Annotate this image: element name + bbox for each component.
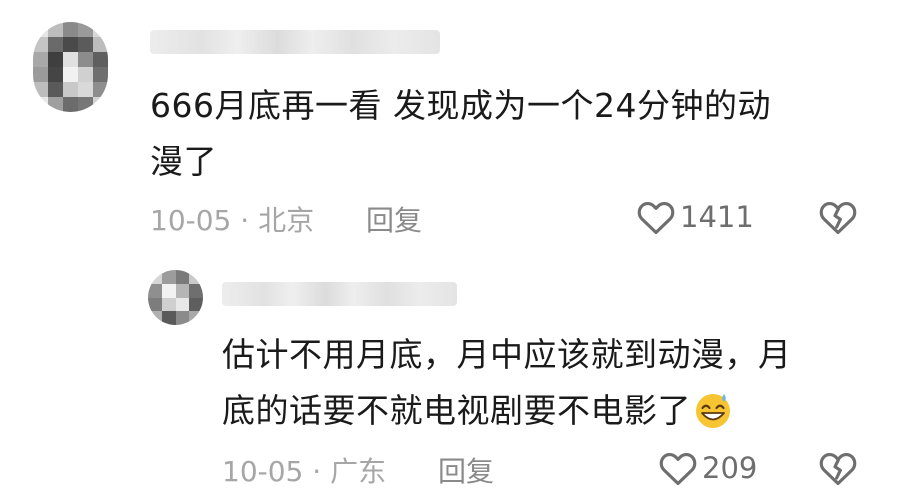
comment-date: 10-05 [150,204,232,237]
dislike-button[interactable] [818,198,858,240]
comment-date: 10-05 [222,455,304,488]
like-button[interactable]: 1411 [636,198,754,236]
dislike-button[interactable] [818,449,858,491]
like-count: 209 [702,451,758,485]
broken-heart-icon [819,201,857,235]
avatar[interactable] [148,270,203,325]
heart-outline-icon [637,201,675,235]
meta-separator: · [312,455,331,488]
comment-text-line: 漫了 [150,142,217,181]
like-count: 1411 [680,200,754,234]
comment-item: 666月底再一看 发现成为一个24分钟的动 漫了 10-05 · 北京 回复 1… [0,0,900,250]
username-blurred[interactable] [150,30,440,54]
reply-comment-item: 估计不用月底，月中应该就到动漫，月 底的话要不就电视剧要不电影了 10-05 ·… [0,250,900,503]
comment-location: 北京 [258,204,315,237]
grinning-face-with-sweat-emoji [696,394,730,428]
comment-meta: 10-05 · 广东 [222,450,386,490]
avatar[interactable] [33,22,108,112]
comment-text: 666月底再一看 发现成为一个24分钟的动 漫了 [150,78,870,190]
meta-separator: · [240,204,259,237]
comment-text-line: 估计不用月底，月中应该就到动漫，月 [222,335,792,374]
comment-text-fragment: 底的话要不就电视剧要不电影了 [222,391,691,430]
comment-meta: 10-05 · 北京 [150,199,314,239]
heart-outline-icon [659,452,697,486]
comment-location: 广东 [330,455,387,488]
like-button[interactable]: 209 [658,449,757,487]
comment-text-line: 666月底再一看 发现成为一个24分钟的动 [150,86,771,125]
username-blurred[interactable] [222,282,457,306]
broken-heart-icon [819,452,857,486]
reply-button[interactable]: 回复 [366,199,422,239]
comment-text: 估计不用月底，月中应该就到动漫，月 底的话要不就电视剧要不电影了 [222,327,882,439]
reply-button[interactable]: 回复 [438,450,494,490]
comment-text-line: 底的话要不就电视剧要不电影了 [222,383,882,439]
